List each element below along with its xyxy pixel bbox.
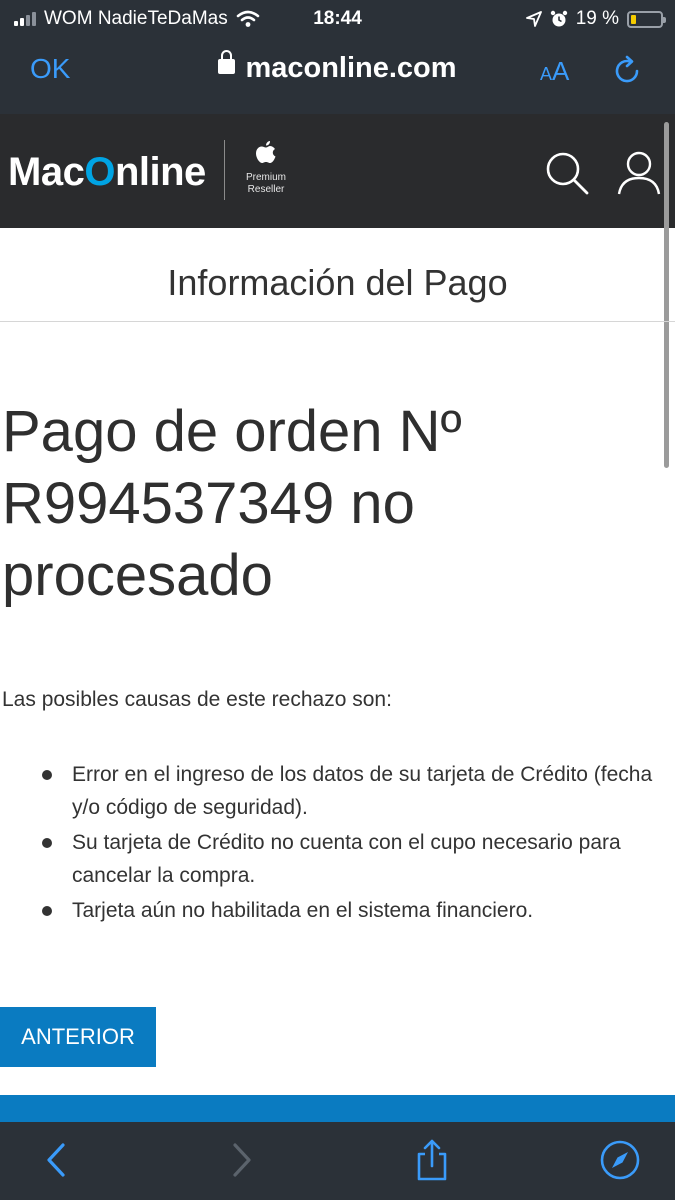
list-item: Tarjeta aún no habilitada en el sistema … [38, 894, 673, 927]
divider [0, 321, 675, 322]
url-text: maconline.com [245, 52, 457, 84]
alarm-icon [550, 10, 567, 27]
premium-reseller-badge: Premium Reseller [238, 140, 294, 196]
search-icon[interactable] [544, 150, 590, 196]
status-right: 19 % [525, 8, 666, 30]
list-item: Su tarjeta de Crédito no cuenta con el c… [38, 826, 673, 892]
battery-icon [627, 10, 666, 28]
compass-icon[interactable] [598, 1138, 642, 1182]
footer-band [0, 1095, 675, 1125]
reload-icon[interactable] [610, 54, 644, 88]
apple-icon [238, 140, 294, 172]
user-icon[interactable] [616, 150, 662, 196]
browser-bar: OK maconline.com AA [0, 38, 675, 114]
rejection-intro: Las posibles causas de este rechazo son: [2, 688, 392, 711]
battery-percent: 19 % [575, 8, 619, 29]
browser-toolbar [0, 1122, 675, 1200]
back-icon[interactable] [34, 1138, 78, 1182]
payment-error-headline: Pago de orden Nº R994537349 no procesado [2, 399, 462, 608]
text-size-button[interactable]: AA [540, 56, 569, 87]
lock-icon [218, 49, 236, 74]
status-bar: WOM NadieTeDaMas 18:44 19 % [0, 0, 675, 38]
list-item: Error en el ingreso de los datos de su t… [38, 758, 673, 824]
rejection-causes-list: Error en el ingreso de los datos de su t… [38, 758, 673, 929]
logo-divider [224, 140, 225, 200]
maconline-logo[interactable]: MacOnline [8, 150, 206, 195]
address-bar[interactable]: maconline.com [0, 49, 675, 85]
share-icon[interactable] [410, 1138, 454, 1182]
back-button[interactable]: ANTERIOR [0, 1007, 156, 1067]
location-icon [525, 11, 542, 27]
forward-icon[interactable] [220, 1138, 264, 1182]
page-title: Información del Pago [167, 262, 508, 303]
